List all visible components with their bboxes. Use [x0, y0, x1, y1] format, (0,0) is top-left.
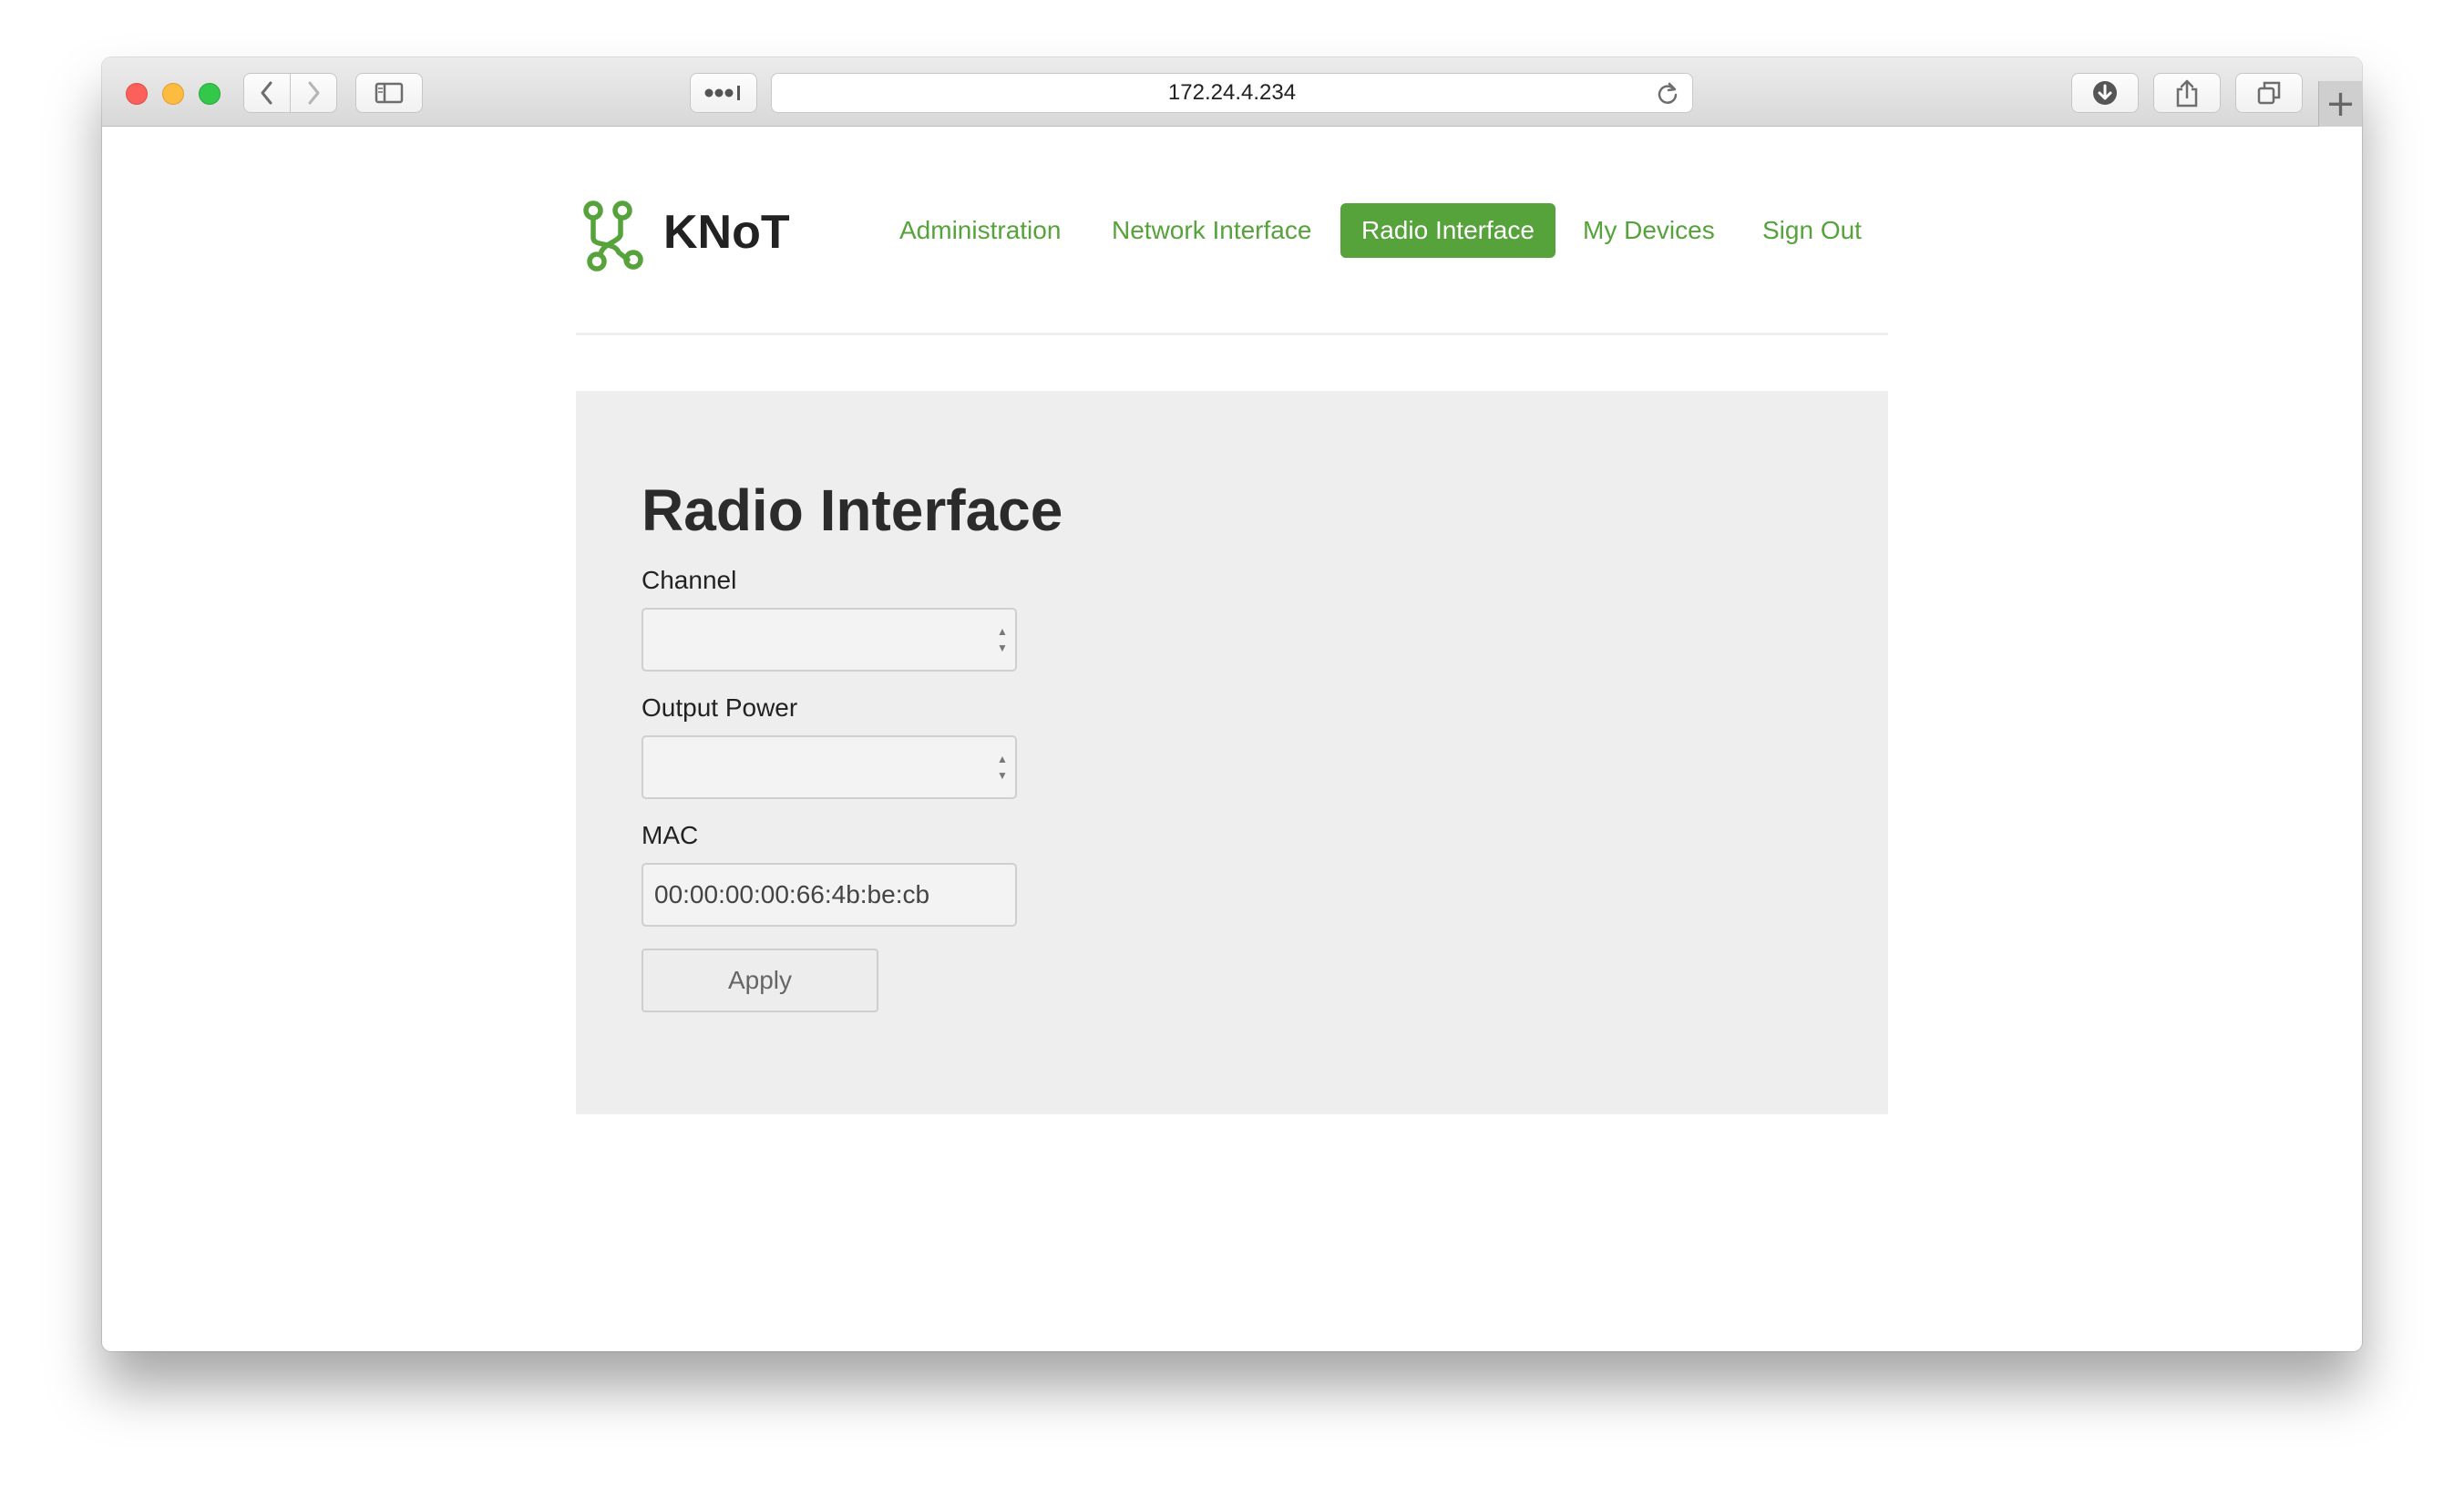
forward-button[interactable] — [290, 73, 337, 113]
url-text: 172.24.4.234 — [1167, 80, 1297, 105]
close-window-button[interactable] — [126, 83, 148, 105]
share-icon — [2176, 79, 2198, 108]
address-bar[interactable]: 172.24.4.234 — [771, 73, 1693, 113]
output-power-label: Output Power — [642, 693, 798, 722]
page-content: KNoT Administration Network Interface Ra… — [102, 127, 2362, 1351]
reader-button[interactable] — [690, 73, 757, 113]
output-power-input[interactable]: ▲ ▼ — [642, 735, 1017, 799]
nav-radio-interface[interactable]: Radio Interface — [1340, 203, 1555, 258]
chevron-up-icon[interactable]: ▲ — [997, 753, 1008, 765]
nav-sign-out[interactable]: Sign Out — [1762, 203, 1862, 258]
nav-my-devices[interactable]: My Devices — [1583, 203, 1715, 258]
minimize-window-button[interactable] — [162, 83, 184, 105]
share-button[interactable] — [2153, 73, 2221, 113]
new-tab-button[interactable]: + — [2318, 81, 2362, 127]
channel-stepper[interactable]: ▲ ▼ — [995, 625, 1010, 654]
download-icon — [2093, 81, 2117, 105]
tabs-icon — [2257, 81, 2281, 105]
knot-logo-icon — [583, 200, 643, 272]
chevron-up-icon[interactable]: ▲ — [997, 625, 1008, 638]
mac-label: MAC — [642, 821, 699, 849]
reload-icon[interactable] — [1656, 81, 1679, 105]
plus-icon: + — [2325, 83, 2356, 125]
show-tabs-button[interactable] — [2235, 73, 2303, 113]
reader-icon — [704, 86, 740, 100]
radio-interface-panel: Radio Interface Channel ▲ ▼ Output Power… — [576, 391, 1888, 1114]
chevron-left-icon — [261, 81, 272, 105]
browser-window: 172.24.4.234 + KNoT Administration Netwo… — [102, 57, 2362, 1351]
maximize-window-button[interactable] — [199, 83, 221, 105]
sidebar-button[interactable] — [355, 73, 423, 113]
back-button[interactable] — [243, 73, 291, 113]
mac-value: 00:00:00:00:66:4b:be:cb — [654, 880, 930, 908]
channel-input[interactable]: ▲ ▼ — [642, 608, 1017, 672]
page-title: Radio Interface — [642, 477, 1063, 543]
nav-administration[interactable]: Administration — [899, 203, 1061, 258]
chevron-down-icon[interactable]: ▼ — [997, 769, 1008, 782]
browser-toolbar: 172.24.4.234 + — [102, 57, 2362, 127]
brand-title: KNoT — [663, 206, 790, 259]
download-button[interactable] — [2071, 73, 2139, 113]
chevron-right-icon — [308, 81, 320, 105]
chevron-down-icon[interactable]: ▼ — [997, 641, 1008, 654]
nav-network-interface[interactable]: Network Interface — [1112, 203, 1311, 258]
mac-field[interactable]: 00:00:00:00:66:4b:be:cb — [642, 863, 1017, 927]
header-divider — [576, 333, 1888, 335]
sidebar-icon — [375, 82, 404, 104]
output-power-stepper[interactable]: ▲ ▼ — [995, 753, 1010, 782]
channel-label: Channel — [642, 566, 737, 594]
apply-button[interactable]: Apply — [642, 949, 878, 1012]
